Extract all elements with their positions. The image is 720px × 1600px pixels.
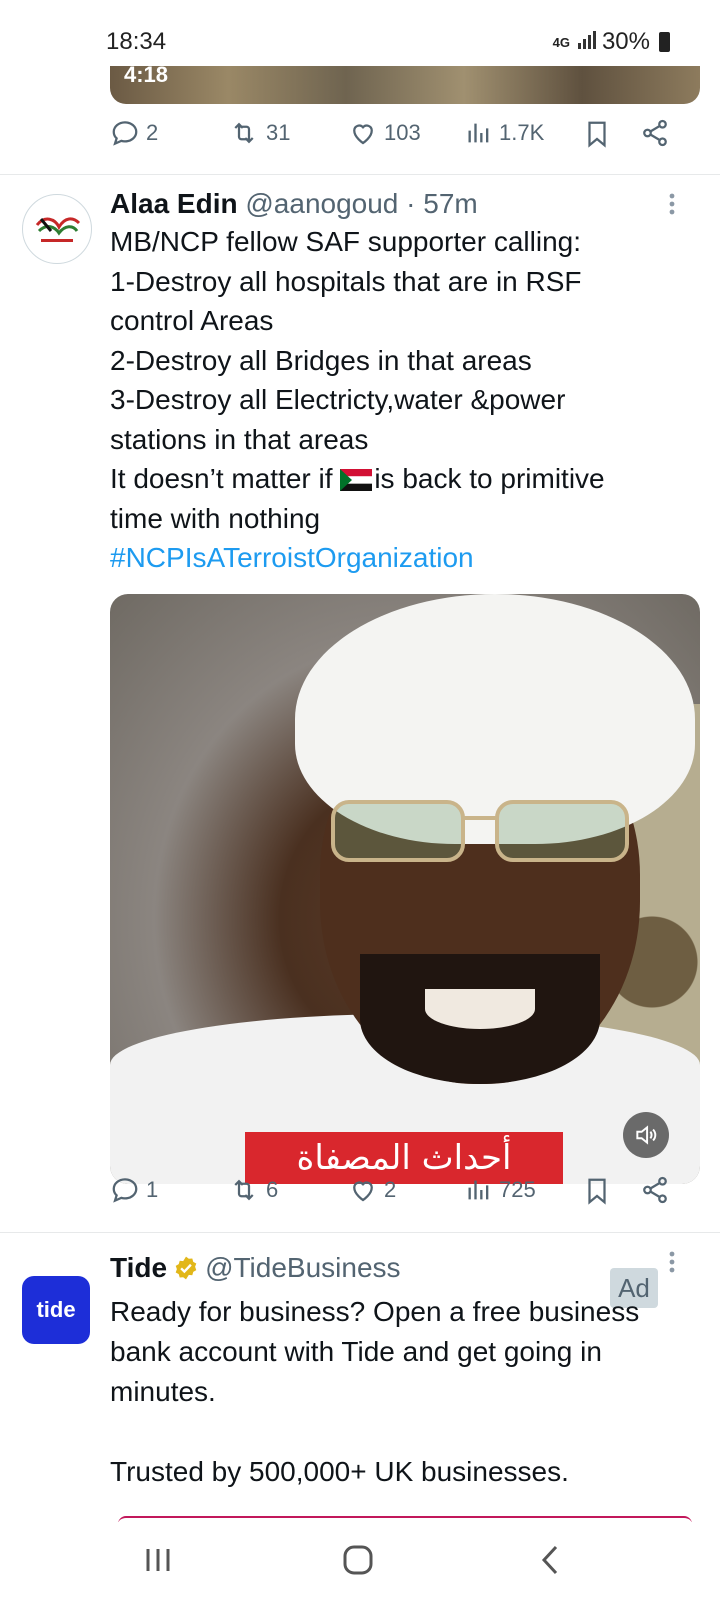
like-button[interactable]: 103 (348, 118, 421, 148)
back-button[interactable] (528, 1540, 572, 1580)
more-icon (669, 193, 675, 215)
top-tweet-video[interactable] (110, 66, 700, 104)
reply-button[interactable]: 2 (110, 118, 158, 148)
repost-icon (234, 122, 254, 144)
tweet-line: control Areas (110, 305, 274, 336)
system-nav-bar (0, 1522, 720, 1600)
views-icon (468, 123, 489, 143)
more-options-button[interactable] (662, 190, 682, 223)
reply-button[interactable]: 1 (110, 1175, 158, 1205)
tweet-line-flag: It doesn’t matter if is back to primitiv… (110, 459, 700, 499)
tweet-time: · 57m (406, 188, 478, 219)
more-icon (669, 1251, 675, 1273)
home-button[interactable] (336, 1540, 380, 1580)
views-icon (468, 1180, 489, 1200)
share-icon (643, 119, 667, 147)
tweet-line: time with nothing (110, 502, 321, 534)
like-button[interactable]: 2 (348, 1175, 396, 1205)
more-options-button[interactable] (662, 1248, 682, 1281)
repost-icon (234, 1179, 254, 1201)
like-icon (353, 1181, 373, 1202)
status-icons: 4G 30% (553, 28, 670, 56)
tweet-line: MB/NCP fellow SAF supporter calling: (110, 226, 581, 257)
recents-button[interactable] (136, 1540, 180, 1580)
views-button[interactable]: 725 (465, 1175, 536, 1205)
status-time: 18:34 (106, 28, 167, 55)
network-label: 4G (552, 34, 570, 50)
video-duration: 4:18 (124, 62, 169, 87)
signal-icon (576, 28, 596, 56)
sound-toggle-button[interactable] (623, 1112, 669, 1158)
avatar[interactable] (22, 194, 92, 264)
tweet-line: stations in that areas (110, 423, 369, 455)
tweet-header: Alaa Edin @aanogoud · 57m (110, 188, 478, 220)
share-button[interactable] (640, 1175, 670, 1205)
avatar-logo-icon (35, 217, 81, 242)
tweet-text: Ready for business? Open a free business… (110, 1292, 700, 1492)
like-count: 2 (384, 1177, 397, 1202)
bookmark-icon (588, 1178, 606, 1205)
author-handle[interactable]: @aanogoud (245, 188, 398, 219)
views-count: 725 (499, 1177, 536, 1202)
tweet-line: 3-Destroy all Electricty,water &power (110, 384, 566, 415)
tweet-video[interactable]: أحداث المصفاة (110, 594, 700, 1184)
hashtag-link[interactable]: #NCPIsATerroistOrganization (110, 538, 700, 578)
tweet-line: 1-Destroy all hospitals that are in RSF (110, 265, 582, 297)
tweet-actions: 1 6 2 725 (110, 1175, 690, 1215)
back-icon (541, 1545, 558, 1575)
bookmark-icon (588, 121, 606, 148)
like-count: 103 (384, 120, 421, 145)
like-icon (353, 124, 373, 145)
tweet-line: 2-Destroy all Bridges in that areas (110, 344, 532, 376)
bookmark-button[interactable] (582, 1175, 612, 1207)
video-mouth (425, 989, 535, 1029)
tweet-line: Trusted by 500,000+ UK businesses. (110, 1456, 569, 1487)
views-count: 1.7K (499, 120, 545, 145)
sudan-flag-icon (340, 469, 373, 491)
flag-suffix: is back to primitive (374, 463, 605, 494)
verified-icon (175, 1256, 197, 1280)
share-button[interactable] (640, 118, 670, 148)
repost-button[interactable]: 6 (228, 1175, 278, 1205)
divider (0, 1232, 720, 1233)
repost-count: 31 (266, 120, 291, 145)
recents-icon (146, 1549, 170, 1571)
author-name[interactable]: Tide (110, 1252, 167, 1284)
author-name[interactable]: Alaa Edin (110, 188, 238, 219)
avatar[interactable]: tide (22, 1276, 90, 1344)
repost-button[interactable]: 31 (228, 118, 290, 148)
divider (0, 174, 720, 175)
battery-percent: 30% (601, 28, 650, 55)
reply-count: 2 (146, 120, 159, 145)
home-icon (343, 1545, 373, 1575)
sound-icon (636, 1125, 657, 1145)
top-tweet-actions: 2 31 103 1.7K (110, 118, 690, 158)
tweet-line: bank account with Tide and get going in (110, 1336, 602, 1367)
views-button[interactable]: 1.7K (465, 118, 544, 148)
author-handle[interactable]: @TideBusiness (205, 1252, 400, 1284)
reply-icon (112, 121, 138, 146)
repost-count: 6 (266, 1177, 279, 1202)
tweet-line: Ready for business? Open a free business (110, 1296, 640, 1327)
tweet-text: MB/NCP fellow SAF supporter calling: 1-D… (110, 222, 700, 578)
status-bar: 18:34 4G 30% (0, 0, 720, 66)
battery-icon (659, 32, 670, 52)
reply-icon (112, 1178, 138, 1203)
reply-count: 1 (146, 1177, 159, 1202)
video-glasses (331, 800, 629, 862)
share-icon (643, 1176, 667, 1204)
bookmark-button[interactable] (582, 118, 612, 150)
tweet-header: Tide @TideBusiness (110, 1252, 401, 1284)
flag-prefix: It doesn’t matter if (110, 463, 341, 494)
tweet-line: minutes. (110, 1376, 216, 1407)
